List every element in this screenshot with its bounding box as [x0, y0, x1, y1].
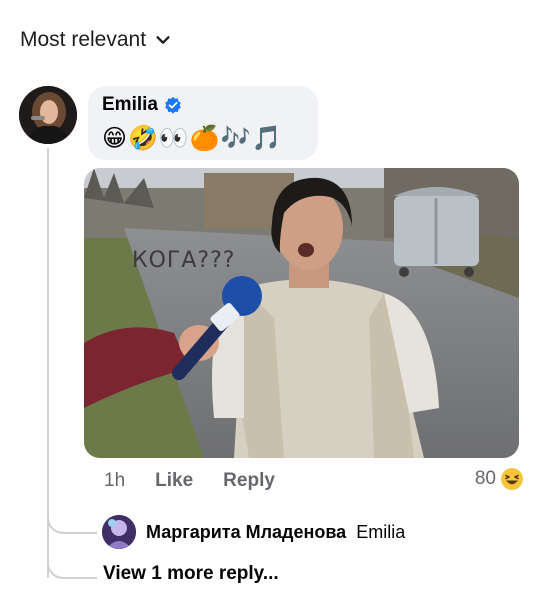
view-more-replies-link[interactable]: View 1 more reply... — [103, 563, 279, 585]
verified-badge-icon — [165, 96, 181, 114]
avatar[interactable] — [19, 86, 77, 144]
reaction-count: 80 — [474, 468, 496, 489]
thread-elbow-reply — [47, 500, 97, 534]
comment-actions: 1h Like Reply — [104, 470, 275, 492]
comment-author[interactable]: Emilia — [102, 94, 158, 116]
reply-preview[interactable]: Маргарита Младенова Emilia — [102, 515, 405, 549]
reply-author[interactable]: Маргарита Младенова — [146, 522, 346, 543]
image-caption-text: КОГА??? — [132, 248, 236, 273]
reaction-summary[interactable]: 80 — [475, 467, 524, 491]
comment-bubble: Emilia 😁🤣👀🍊🎶🎵 — [88, 86, 318, 160]
reply-avatar[interactable] — [102, 515, 136, 549]
reply-button[interactable]: Reply — [223, 470, 275, 492]
chevron-down-icon — [156, 36, 170, 44]
sort-label: Most relevant — [20, 28, 147, 51]
reply-snippet: Emilia — [356, 521, 406, 542]
comment-image-attachment[interactable]: КОГА??? — [84, 168, 519, 458]
sort-selector[interactable]: Most relevant — [20, 28, 172, 52]
comment-emoji-text: 😁🤣👀🍊🎶🎵 — [102, 124, 283, 152]
haha-reaction-icon — [501, 468, 523, 490]
comment-timestamp[interactable]: 1h — [104, 470, 125, 492]
thread-elbow-more — [47, 545, 97, 579]
like-button[interactable]: Like — [155, 470, 193, 492]
